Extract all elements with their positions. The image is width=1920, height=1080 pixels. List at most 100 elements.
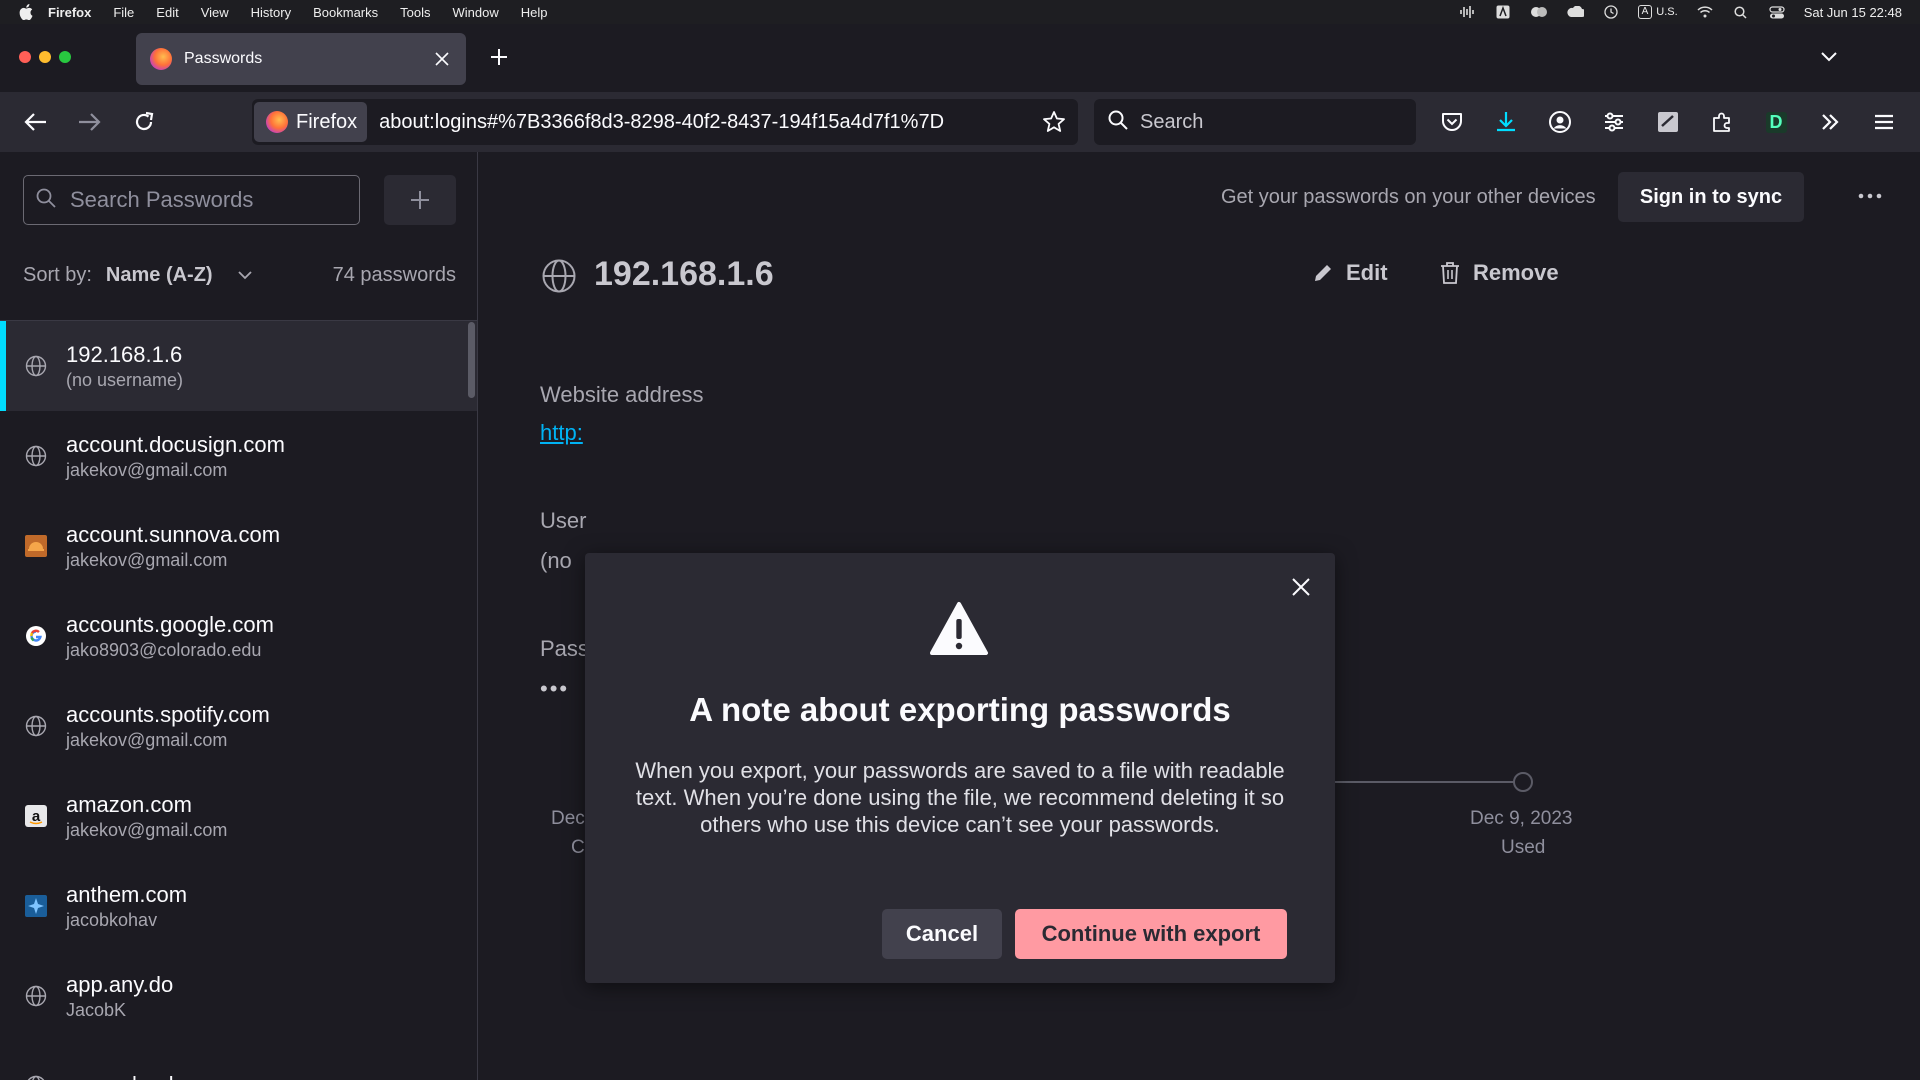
- search-placeholder: Search: [1140, 110, 1204, 133]
- sort-row: Sort by: Name (A-Z) 74 passwords: [23, 260, 456, 290]
- input-source-indicator[interactable]: A U.S.: [1637, 5, 1678, 19]
- add-login-button[interactable]: [384, 175, 456, 225]
- new-tab-button[interactable]: [488, 46, 510, 68]
- remove-button[interactable]: Remove: [1439, 260, 1559, 286]
- warning-icon: [930, 602, 988, 655]
- list-item[interactable]: account.sunnova.com jakekov@gmail.com: [0, 501, 477, 591]
- search-icon: [1108, 110, 1128, 135]
- list-item[interactable]: anthem.com jacobkohav: [0, 861, 477, 951]
- account-icon[interactable]: [1544, 106, 1576, 138]
- url-bar[interactable]: Firefox about:logins#%7B3366f8d3-8298-40…: [252, 99, 1078, 145]
- website-address-link[interactable]: http:: [540, 420, 583, 446]
- hamburger-menu-icon[interactable]: [1868, 106, 1900, 138]
- extensions-puzzle-icon[interactable]: [1706, 106, 1738, 138]
- menu-bookmarks[interactable]: Bookmarks: [313, 5, 378, 20]
- clock[interactable]: Sat Jun 15 22:48: [1804, 5, 1902, 20]
- list-item-user: jacobkohav: [66, 909, 158, 930]
- trash-icon: [1441, 262, 1459, 284]
- search-bar[interactable]: Search: [1094, 99, 1416, 145]
- about-logins-page: Search Passwords Sort by: Name (A-Z) 74 …: [0, 152, 1920, 1080]
- identity-box[interactable]: Firefox: [254, 102, 368, 142]
- dialog-message: When you export, your passwords are save…: [635, 758, 1285, 837]
- list-item[interactable]: 192.168.1.6 (no username): [0, 321, 477, 411]
- url-text[interactable]: about:logins#%7B3366f8d3-8298-40f2-8437-…: [379, 111, 1038, 134]
- globe-icon: [24, 444, 48, 468]
- chevron-down-icon[interactable]: [233, 265, 257, 285]
- creative-cloud-icon[interactable]: [1530, 5, 1548, 19]
- wifi-icon[interactable]: [1696, 5, 1714, 19]
- forward-arrow-icon[interactable]: [73, 106, 105, 138]
- globe-icon: [24, 354, 48, 378]
- close-tab-icon[interactable]: [432, 49, 452, 69]
- macos-menu-bar: Firefox File Edit View History Bookmarks…: [0, 0, 1920, 24]
- back-arrow-icon[interactable]: [20, 106, 52, 138]
- list-item[interactable]: accounts.google.com jako8903@colorado.ed…: [0, 591, 477, 681]
- list-item-user: jakekov@gmail.com: [66, 819, 228, 840]
- cancel-button[interactable]: Cancel: [882, 909, 1002, 959]
- overflow-chevrons-icon[interactable]: [1814, 106, 1846, 138]
- list-item-site: accounts.spotify.com: [66, 701, 270, 727]
- menu-window[interactable]: Window: [453, 5, 499, 20]
- menu-tools[interactable]: Tools: [400, 5, 430, 20]
- menu-help[interactable]: Help: [521, 5, 548, 20]
- menu-view[interactable]: View: [201, 5, 229, 20]
- used-date: Dec 9, 2023: [1470, 808, 1573, 829]
- bookmark-star-icon[interactable]: [1038, 106, 1070, 138]
- notes-extension-icon[interactable]: [1652, 106, 1684, 138]
- list-item[interactable]: account.docusign.com jakekov@gmail.com: [0, 411, 477, 501]
- menu-history[interactable]: History: [251, 5, 291, 20]
- audio-waveform-icon[interactable]: [1458, 5, 1476, 19]
- username-label: User: [540, 508, 587, 533]
- list-all-tabs-chevron-icon[interactable]: [1818, 48, 1840, 66]
- list-item[interactable]: app.calendar.com: [0, 1041, 477, 1080]
- sort-select[interactable]: Name (A-Z): [106, 264, 213, 287]
- control-center-icon[interactable]: [1768, 5, 1786, 19]
- font-app-icon[interactable]: [1494, 5, 1512, 19]
- list-item-site: app.calendar.com: [66, 1072, 240, 1080]
- tab-passwords[interactable]: Passwords: [136, 33, 466, 85]
- downloads-icon[interactable]: [1490, 106, 1522, 138]
- list-item-user: jakekov@gmail.com: [66, 729, 228, 750]
- profile-d-extension-icon[interactable]: D: [1760, 106, 1792, 138]
- list-item-user: JacobK: [66, 999, 127, 1020]
- list-item-site: account.docusign.com: [66, 431, 285, 457]
- sync-promo-text: Get your passwords on your other devices: [1221, 186, 1596, 208]
- icloud-icon[interactable]: [1566, 5, 1584, 19]
- globe-icon: [542, 259, 576, 293]
- spotlight-search-icon[interactable]: [1732, 5, 1750, 19]
- sign-in-to-sync-button[interactable]: Sign in to sync: [1618, 172, 1804, 222]
- pocket-icon[interactable]: [1436, 106, 1468, 138]
- window-minimize-button[interactable]: [39, 51, 51, 63]
- time-machine-icon[interactable]: [1602, 5, 1620, 19]
- list-item-site: app.any.do: [66, 971, 174, 997]
- globe-icon: [24, 714, 48, 738]
- search-passwords-input[interactable]: Search Passwords: [23, 175, 360, 225]
- continue-with-export-button[interactable]: Continue with export: [1015, 909, 1287, 959]
- amazon-favicon-icon: a: [24, 804, 48, 828]
- timeline-line: [1334, 781, 1514, 783]
- list-item[interactable]: app.any.do JacobK: [0, 951, 477, 1041]
- apple-icon[interactable]: [18, 4, 34, 20]
- list-item[interactable]: accounts.spotify.com jakekov@gmail.com: [0, 681, 477, 771]
- window-zoom-button[interactable]: [59, 51, 71, 63]
- globe-icon: [24, 1074, 48, 1080]
- window-close-button[interactable]: [19, 51, 31, 63]
- list-item-user: jakekov@gmail.com: [66, 549, 228, 570]
- more-options-icon[interactable]: [1850, 180, 1890, 212]
- list-item-site: 192.168.1.6: [66, 341, 183, 367]
- menu-firefox[interactable]: Firefox: [48, 5, 91, 20]
- username-value: (no: [540, 548, 572, 573]
- menu-file[interactable]: File: [113, 5, 134, 20]
- sliders-extension-icon[interactable]: [1598, 106, 1630, 138]
- dialog-title: A note about exporting passwords: [689, 691, 1231, 728]
- reload-icon[interactable]: [128, 106, 160, 138]
- list-item[interactable]: a amazon.com jakekov@gmail.com: [0, 771, 477, 861]
- edit-button[interactable]: Edit: [1312, 260, 1388, 286]
- logins-sidebar: Search Passwords Sort by: Name (A-Z) 74 …: [0, 152, 478, 1080]
- search-icon: [36, 188, 56, 213]
- close-icon[interactable]: [1285, 571, 1317, 603]
- list-scrollbar[interactable]: [468, 322, 475, 398]
- identity-label: Firefox: [296, 110, 358, 133]
- menu-edit[interactable]: Edit: [156, 5, 178, 20]
- list-item-site: account.sunnova.com: [66, 521, 281, 547]
